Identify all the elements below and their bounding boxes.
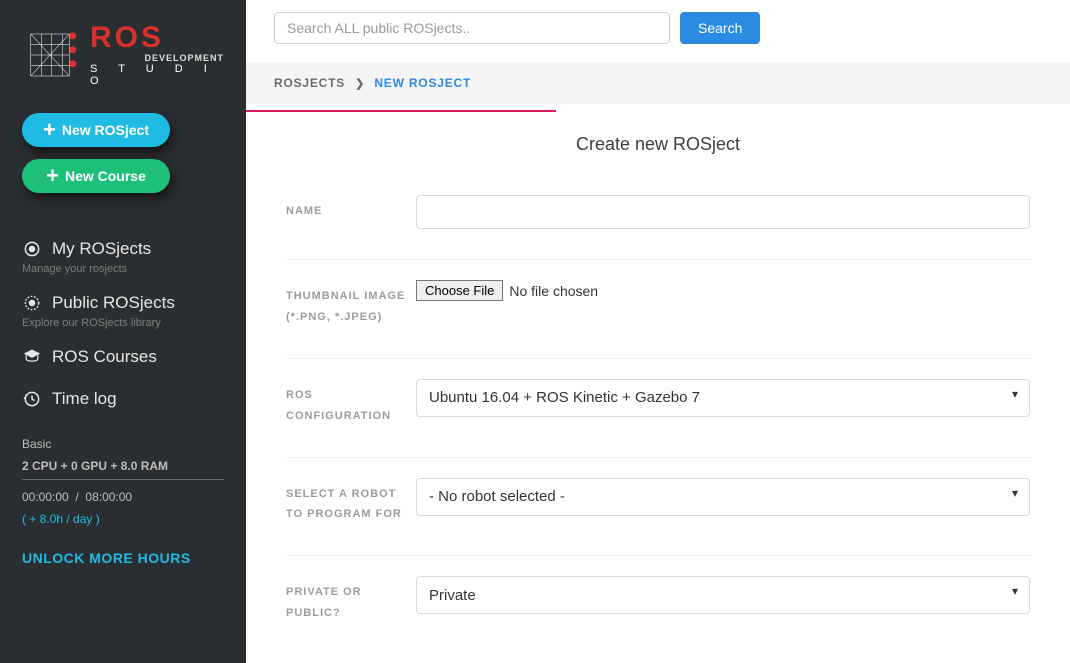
- robot-select[interactable]: - No robot selected -: [416, 478, 1030, 516]
- choose-file-button[interactable]: Choose File: [416, 280, 503, 301]
- robot-label: Select a robot to program for: [286, 478, 416, 526]
- nav-ros-courses[interactable]: ROS Courses: [22, 347, 224, 367]
- logo-subtitle-1: DEVELOPMENT: [90, 53, 224, 63]
- form-row-robot: Select a robot to program for - No robot…: [286, 457, 1030, 556]
- nav-public-rosjects[interactable]: Public ROSjects: [22, 293, 224, 313]
- ros-config-select[interactable]: Ubuntu 16.04 + ROS Kinetic + Gazebo 7: [416, 379, 1030, 417]
- target-icon: [22, 239, 42, 259]
- clock-icon: [22, 389, 42, 409]
- plan-specs: 2 CPU + 0 GPU + 8.0 RAM: [22, 459, 224, 473]
- file-status: No file chosen: [509, 283, 598, 299]
- thumbnail-label: Thumbnail Image (*.PNG, *.JPEG): [286, 280, 416, 328]
- breadcrumb-root[interactable]: ROSJECTS: [274, 76, 345, 90]
- nav-sub: Explore our ROSjects library: [22, 317, 224, 329]
- plan-add-hours[interactable]: ( + 8.0h / day ): [22, 512, 224, 526]
- logo-icon: [22, 27, 78, 83]
- nav-label: Time log: [52, 389, 117, 409]
- nav-label: My ROSjects: [52, 239, 151, 259]
- form-row-ros-config: ROS Configuration Ubuntu 16.04 + ROS Kin…: [286, 358, 1030, 457]
- logo-brand: ROS: [90, 24, 224, 53]
- page-title: Create new ROSject: [286, 134, 1030, 155]
- search-bar: Search: [246, 0, 1070, 62]
- breadcrumb: ROSJECTS ❯ NEW ROSJECT: [246, 62, 1070, 104]
- nav-label: ROS Courses: [52, 347, 157, 367]
- form-row-thumbnail: Thumbnail Image (*.PNG, *.JPEG) Choose F…: [286, 259, 1030, 358]
- nav-time-log[interactable]: Time log: [22, 389, 224, 409]
- new-rosject-label: New ROSject: [62, 122, 149, 138]
- search-button[interactable]: Search: [680, 12, 760, 44]
- new-course-label: New Course: [65, 168, 146, 184]
- content: Create new ROSject Name Thumbnail Image …: [246, 104, 1070, 624]
- new-course-button[interactable]: + New Course: [22, 159, 170, 193]
- nav-sub: Manage your rosjects: [22, 263, 224, 275]
- form-row-name: Name: [286, 185, 1030, 259]
- unlock-more-hours[interactable]: UNLOCK MORE HOURS: [0, 550, 246, 566]
- mortarboard-icon: [22, 347, 42, 367]
- name-label: Name: [286, 195, 416, 229]
- new-rosject-button[interactable]: + New ROSject: [22, 113, 170, 147]
- chevron-right-icon: ❯: [355, 77, 364, 90]
- search-input[interactable]: [274, 12, 670, 44]
- plan-times: 00:00:00 / 08:00:00: [22, 490, 224, 504]
- ros-config-label: ROS Configuration: [286, 379, 416, 427]
- nav: My ROSjects Manage your rosjects Public …: [0, 219, 246, 431]
- main: Search ROSJECTS ❯ NEW ROSJECT Create new…: [246, 0, 1070, 663]
- name-input[interactable]: [416, 195, 1030, 229]
- privacy-select[interactable]: Private: [416, 576, 1030, 614]
- plan-box: Basic 2 CPU + 0 GPU + 8.0 RAM 00:00:00 /…: [0, 437, 246, 550]
- divider: [22, 479, 224, 480]
- target-dashed-icon: [22, 293, 42, 313]
- nav-label: Public ROSjects: [52, 293, 175, 313]
- plan-tier: Basic: [22, 437, 224, 451]
- sidebar: ROS DEVELOPMENT S T U D I O + New ROSjec…: [0, 0, 246, 663]
- nav-my-rosjects[interactable]: My ROSjects: [22, 239, 224, 259]
- time-total: 08:00:00: [85, 490, 132, 504]
- breadcrumb-current: NEW ROSJECT: [374, 76, 471, 90]
- privacy-label: Private or Public?: [286, 576, 416, 624]
- logo: ROS DEVELOPMENT S T U D I O: [0, 0, 246, 105]
- form-row-privacy: Private or Public? Private: [286, 555, 1030, 624]
- time-used: 00:00:00: [22, 490, 69, 504]
- logo-subtitle-2: S T U D I O: [90, 63, 224, 87]
- annotation-arrow: [246, 104, 556, 119]
